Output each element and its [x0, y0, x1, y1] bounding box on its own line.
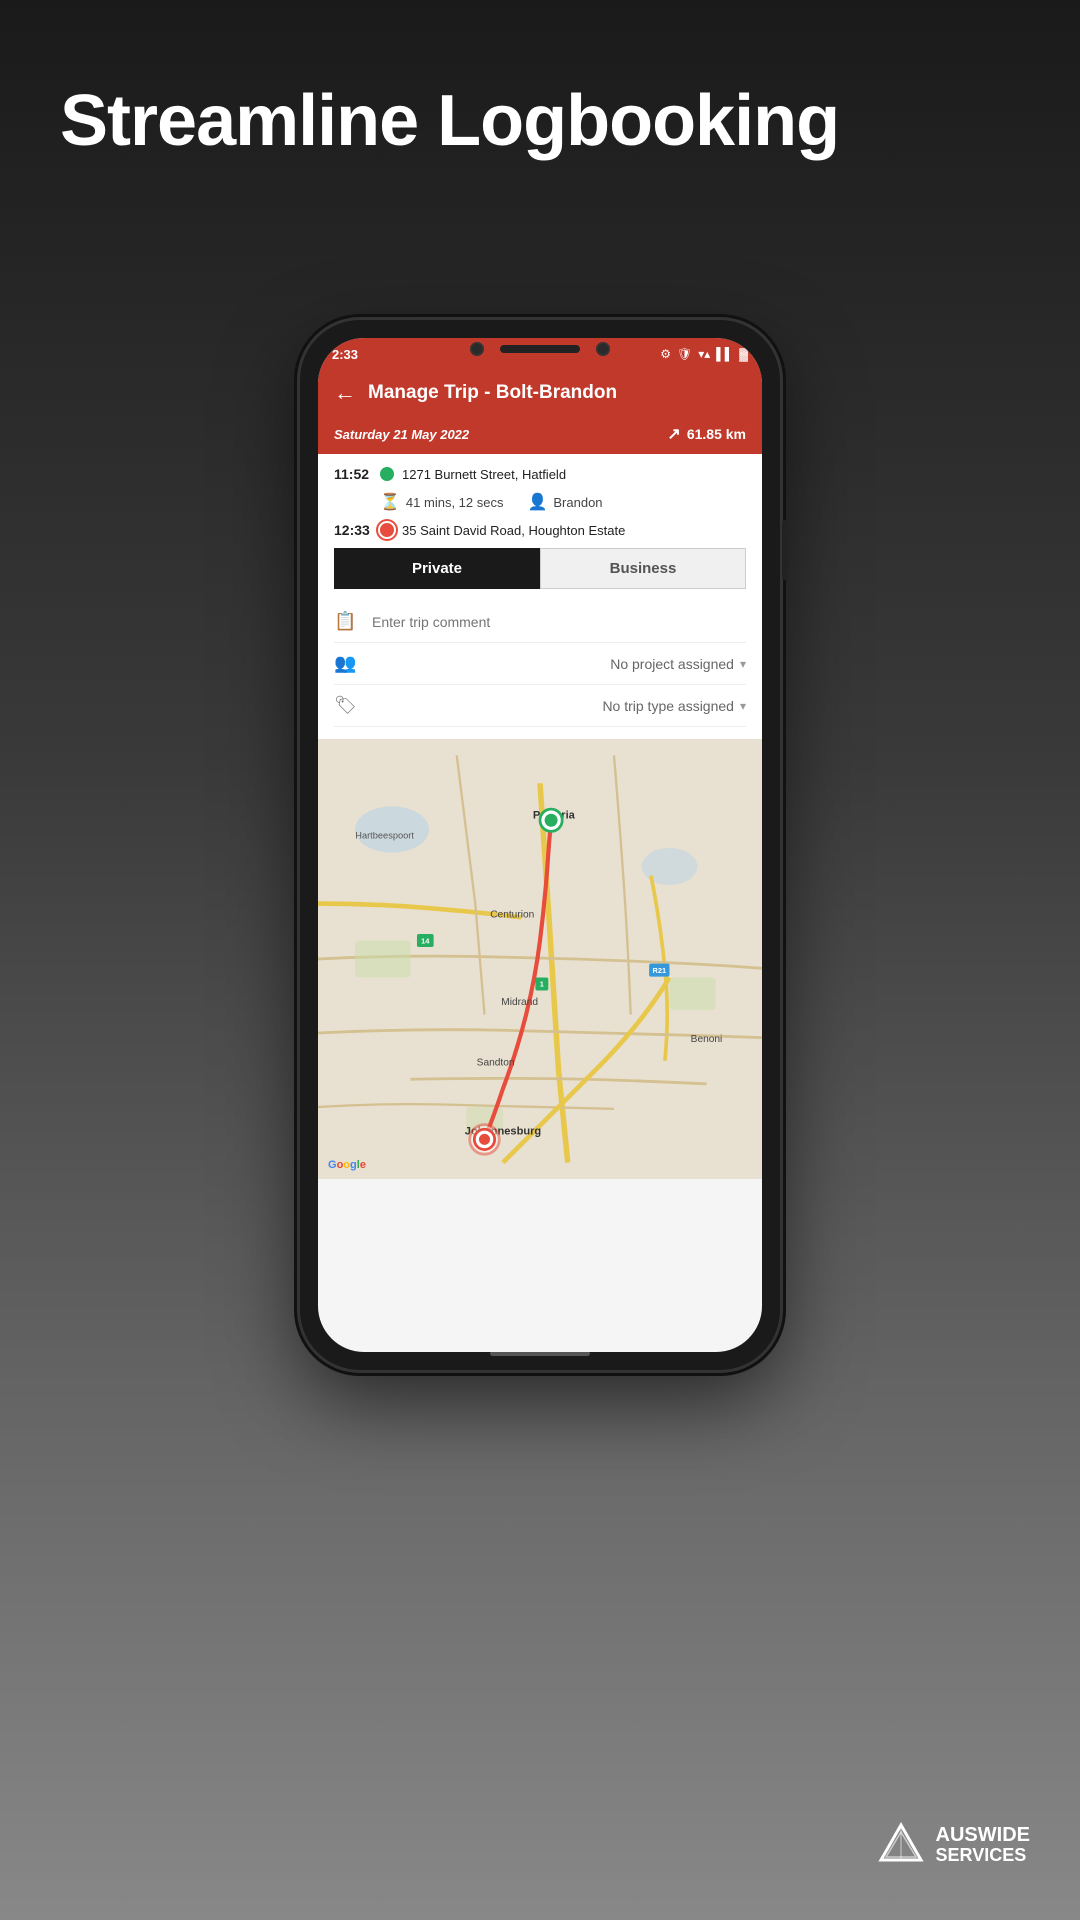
page-title: Streamline Logbooking	[60, 80, 839, 162]
settings-icon: ⚙	[660, 347, 671, 361]
end-location-row: 12:33 35 Saint David Road, Houghton Esta…	[334, 522, 746, 538]
private-toggle[interactable]: Private	[334, 548, 540, 589]
distance-value: 61.85 km	[687, 426, 746, 442]
comment-icon: 📋	[334, 611, 360, 632]
trip-date: Saturday 21 May 2022	[334, 427, 469, 442]
back-button[interactable]: ←	[334, 380, 356, 406]
duration-value: 41 mins, 12 secs	[406, 495, 504, 510]
project-label: No project assigned	[610, 656, 734, 672]
driver-name: Brandon	[553, 495, 602, 510]
content-area: 11:52 1271 Burnett Street, Hatfield ⏳ 41…	[318, 454, 762, 739]
battery-icon: ▓	[739, 347, 748, 361]
timer-icon: ⏳	[380, 492, 400, 512]
person-icon: 👤	[527, 492, 547, 512]
business-toggle[interactable]: Business	[540, 548, 746, 589]
driver-item: 👤 Brandon	[527, 492, 602, 512]
trip-distance: ↗ 61.85 km	[667, 424, 746, 444]
trip-type-label: No trip type assigned	[602, 698, 734, 714]
tag-icon: 🏷	[334, 695, 360, 716]
trend-icon: ↗	[667, 424, 680, 444]
project-selector[interactable]: No project assigned ▾	[372, 656, 746, 672]
brand-logo-icon	[876, 1820, 926, 1870]
end-address: 35 Saint David Road, Houghton Estate	[402, 523, 746, 538]
project-chevron-icon: ▾	[740, 657, 746, 671]
brand-tagline: SERVICES	[936, 1846, 1030, 1866]
project-icon: 👥	[334, 653, 360, 674]
svg-text:14: 14	[421, 936, 430, 945]
signal-icon: ▌▌	[716, 347, 733, 361]
wifi-icon: ▾▴	[698, 347, 710, 361]
phone-frame: 2:33 ⚙ 🛡 ▾▴ ▌▌ ▓ ← Manage Trip - Bolt-Br…	[300, 320, 780, 1370]
svg-text:R21: R21	[653, 966, 667, 975]
trip-type-row[interactable]: 🏷 No trip type assigned ▾	[334, 685, 746, 727]
branding: AUSWIDE SERVICES	[876, 1820, 1030, 1870]
start-address: 1271 Burnett Street, Hatfield	[402, 467, 746, 482]
end-time: 12:33	[334, 522, 372, 538]
trip-meta-row: ⏳ 41 mins, 12 secs 👤 Brandon	[334, 488, 746, 522]
header-title: Manage Trip - Bolt-Brandon	[368, 382, 617, 404]
comment-input[interactable]	[372, 614, 746, 630]
phone-screen: 2:33 ⚙ 🛡 ▾▴ ▌▌ ▓ ← Manage Trip - Bolt-Br…	[318, 338, 762, 1352]
svg-text:Sandton: Sandton	[477, 1057, 515, 1068]
brand-name: AUSWIDE	[936, 1824, 1030, 1846]
google-logo: Google	[328, 1159, 366, 1171]
camera-dot-left	[470, 342, 484, 356]
trip-type-toggle: Private Business	[334, 548, 746, 589]
power-button	[782, 520, 788, 580]
svg-text:Midrand: Midrand	[501, 997, 538, 1008]
svg-text:1: 1	[540, 980, 544, 989]
status-icons: ⚙ 🛡 ▾▴ ▌▌ ▓	[660, 347, 748, 361]
trip-info-bar: Saturday 21 May 2022 ↗ 61.85 km	[318, 418, 762, 454]
svg-text:Hartbeespoort: Hartbeespoort	[355, 831, 414, 841]
status-time: 2:33	[332, 347, 358, 362]
start-dot	[380, 467, 394, 481]
duration-item: ⏳ 41 mins, 12 secs	[380, 492, 503, 512]
svg-text:Centurion: Centurion	[490, 909, 534, 920]
end-dot	[380, 523, 394, 537]
map-area: 14 1 R21 Pretoria Centurion Midrand Sand…	[318, 739, 762, 1179]
start-time: 11:52	[334, 466, 372, 482]
speaker-bar	[500, 345, 580, 353]
trip-type-chevron-icon: ▾	[740, 699, 746, 713]
trip-type-selector[interactable]: No trip type assigned ▾	[372, 698, 746, 714]
shield-icon: 🛡	[677, 347, 692, 361]
app-header: ← Manage Trip - Bolt-Brandon	[318, 370, 762, 418]
start-location-row: 11:52 1271 Burnett Street, Hatfield	[334, 466, 746, 482]
project-row[interactable]: 👥 No project assigned ▾	[334, 643, 746, 685]
svg-text:Benoni: Benoni	[691, 1034, 723, 1045]
camera-dot-right	[596, 342, 610, 356]
comment-row[interactable]: 📋	[334, 601, 746, 643]
